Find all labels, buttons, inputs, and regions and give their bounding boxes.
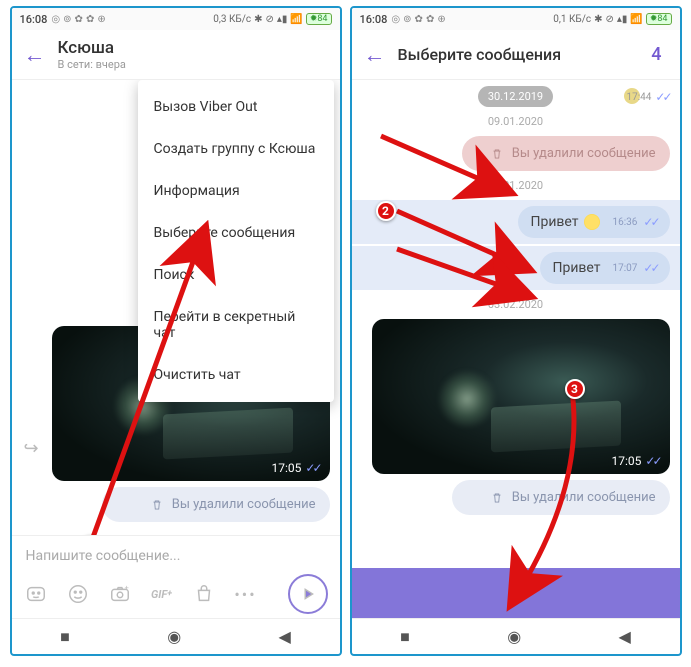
status-time: 16:08 [20,13,48,26]
msg-time: 16:36 [612,217,637,228]
emoji-icon[interactable] [66,582,90,606]
battery: ✹84 [646,13,672,25]
nav-home-icon[interactable]: ◉ [507,627,521,646]
statusbar: 16:08 ◎⊚✿✿⊕ 0,1 КБ/с ✱⊘▴▮📶 ✹84 [352,8,680,30]
android-navbar: ■ ◉ ◀ [352,618,680,654]
phone-right: 16:08 ◎⊚✿✿⊕ 0,1 КБ/с ✱⊘▴▮📶 ✹84 ← Выберит… [350,6,682,656]
context-menu: Вызов Viber Out Создать группу с Ксюша И… [138,80,334,402]
gif-icon[interactable]: GIF+ [150,582,174,606]
date-label: 03.02.2020 [352,298,680,311]
date-label: 31.01.2020 [352,179,680,192]
net-speed: 0,3 КБ/с [213,14,251,25]
menu-create-group[interactable]: Создать группу с Ксюша [138,128,334,170]
menu-viber-out[interactable]: Вызов Viber Out [138,86,334,128]
top-msg-time: 17:44✓✓ [626,90,669,104]
date-label: 09.01.2020 [352,115,680,128]
status-right: 0,3 КБ/с ✱⊘▴▮📶 ✹84 [213,13,331,25]
back-arrow-icon[interactable]: ← [364,42,386,68]
nav-home-icon[interactable]: ◉ [167,627,181,646]
message-input[interactable]: Напишите сообщение... [24,544,328,574]
status-icons-left: ◎⊚✿✿⊕ [391,14,445,25]
deleted-message-selected[interactable]: Вы удалили сообщение [462,136,670,171]
deleted-message: Вы удалили сообщение [102,487,330,522]
delete-bar[interactable] [352,568,680,618]
menu-secret-chat[interactable]: Перейти в секретный чат [138,296,334,354]
chat-header: ← Ксюша В сети: вчера [12,30,340,80]
image-message[interactable]: 17:05✓✓ [372,319,670,474]
more-icon[interactable]: ••• [234,582,258,606]
statusbar: 16:08 ◎⊚✿✿⊕ 0,3 КБ/с ✱⊘▴▮📶 ✹84 [12,8,340,30]
status-right: 0,1 КБ/с ✱⊘▴▮📶 ✹84 [553,13,671,25]
nav-back-icon[interactable]: ◀ [279,627,291,646]
trash-icon [150,498,164,512]
menu-clear-chat[interactable]: Очистить чат [138,354,334,396]
menu-info[interactable]: Информация [138,170,334,212]
message-out-selected[interactable]: Привет 16:36 ✓✓ [518,206,669,238]
date-chip: 30.12.2019 [478,86,553,107]
sticker-icon[interactable] [24,582,48,606]
badge-2: 2 [376,201,396,221]
badge-3: 3 [565,379,585,399]
nav-recent-icon[interactable]: ■ [60,627,70,647]
net-speed: 0,1 КБ/с [553,14,591,25]
message-out-selected[interactable]: Привет 17:07 ✓✓ [540,252,669,284]
selection-header: ← Выберите сообщения 4 [352,30,680,80]
contact-name[interactable]: Ксюша [58,38,328,58]
selection-count: 4 [651,44,667,65]
shop-icon[interactable] [192,582,216,606]
menu-search[interactable]: Поиск [138,254,334,296]
battery: ✹84 [306,13,332,25]
menu-select-messages[interactable]: Выберите сообщения [138,212,334,254]
deleted-message: Вы удалили сообщение [452,480,670,515]
msg-time: 17:07 [612,263,637,274]
contact-status: В сети: вчера [58,58,328,71]
trash-icon [490,491,504,505]
camera-icon[interactable]: + [108,582,132,606]
chat-body: Вызов Viber Out Создать группу с Ксюша И… [12,80,340,535]
selection-title: Выберите сообщения [398,45,640,64]
svg-text:+: + [124,583,128,592]
back-arrow-icon[interactable]: ← [24,42,46,68]
android-navbar: ■ ◉ ◀ [12,618,340,654]
nav-recent-icon[interactable]: ■ [400,627,410,647]
smile-emoji-icon [584,214,600,230]
phone-left: 16:08 ◎⊚✿✿⊕ 0,3 КБ/с ✱⊘▴▮📶 ✹84 ← Ксюша В… [10,6,342,656]
chat-body: 17:44✓✓ 30.12.2019 09.01.2020 Вы удалили… [352,80,680,568]
send-voice-button[interactable] [288,574,328,614]
status-icons-left: ◎⊚✿✿⊕ [51,14,105,25]
input-bar: Напишите сообщение... + GIF+ ••• [12,535,340,618]
trash-icon [505,582,527,604]
status-time: 16:08 [360,13,388,26]
forward-icon[interactable]: ↪ [24,438,39,459]
trash-icon [490,147,504,161]
image-time: 17:05✓✓ [272,461,320,475]
nav-back-icon[interactable]: ◀ [619,627,631,646]
image-time: 17:05✓✓ [612,454,660,468]
